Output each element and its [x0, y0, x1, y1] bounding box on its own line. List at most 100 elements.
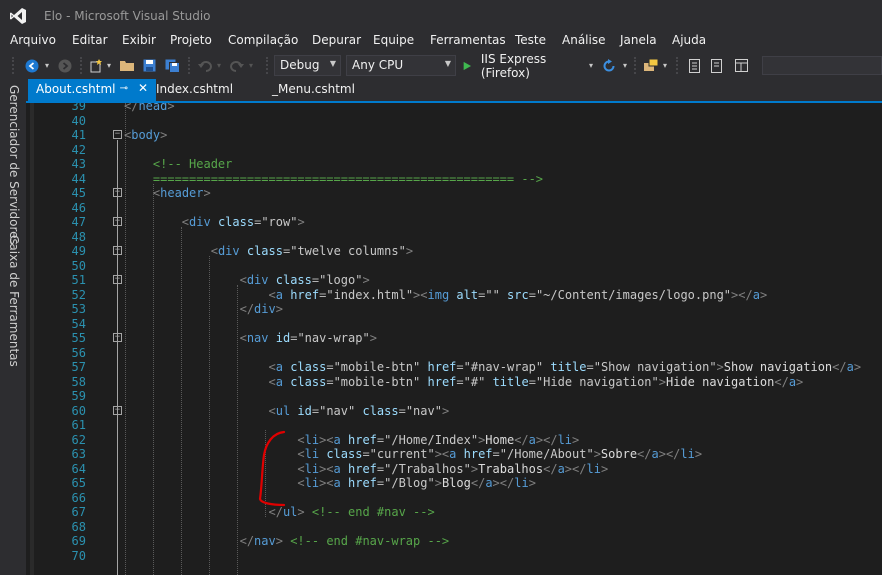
code-token: a — [333, 432, 341, 447]
collapse-icon[interactable]: − — [113, 188, 122, 197]
code-token: < — [268, 403, 276, 418]
undo-icon[interactable] — [196, 56, 214, 75]
collapse-icon[interactable]: − — [113, 333, 122, 342]
toolbar-grip[interactable] — [634, 57, 638, 74]
toolbar-grip[interactable] — [676, 57, 680, 74]
browser-link-dropdown-icon[interactable]: ▾ — [660, 56, 670, 75]
save-icon[interactable] — [140, 56, 158, 75]
menu-teste[interactable]: Teste — [515, 33, 546, 47]
collapse-icon[interactable]: − — [113, 405, 122, 415]
code-line[interactable]: 44 =====================================… — [26, 172, 882, 187]
configuration-select[interactable]: Debug ▼ — [274, 55, 341, 76]
code-line[interactable]: 40 — [26, 114, 882, 129]
redo-icon[interactable] — [228, 56, 246, 75]
menu-depurar[interactable]: Depurar — [312, 33, 361, 47]
forward-icon[interactable] — [56, 56, 74, 75]
collapse-icon[interactable]: − — [113, 275, 122, 284]
code-token: a — [846, 360, 854, 374]
code-line[interactable]: 55 − <nav id="nav-wrap"> — [26, 331, 882, 346]
toolbar-grip[interactable] — [80, 57, 84, 74]
redo-dropdown-icon[interactable]: ▾ — [246, 56, 256, 75]
code-text: <a class="mobile-btn" href="#" title="Hi… — [124, 374, 804, 390]
code-line[interactable]: 41 − <body> — [26, 128, 882, 143]
code-line[interactable]: 54 — [26, 317, 882, 332]
code-line[interactable]: 60− <ul id="nav" class="nav"> — [26, 404, 882, 419]
menu-ajuda[interactable]: Ajuda — [672, 33, 706, 47]
menu-exibir[interactable]: Exibir — [122, 33, 156, 47]
menu-projeto[interactable]: Projeto — [170, 33, 212, 47]
code-line[interactable]: 64 <li><a href="/Trabalhos">Trabalhos</a… — [26, 462, 882, 477]
code-line[interactable]: 45 − <header> — [26, 186, 882, 201]
code-line[interactable]: 52 <a href="index.html"><img alt="" src=… — [26, 288, 882, 303]
undo-dropdown-icon[interactable]: ▾ — [214, 56, 224, 75]
open-folder-icon[interactable] — [118, 56, 136, 75]
code-line[interactable]: 39 </head> — [26, 103, 882, 114]
code-token: <!-- end #nav-wrap --> — [290, 534, 450, 548]
code-token: > — [203, 186, 211, 200]
collapse-icon[interactable]: − — [113, 246, 122, 255]
menu-compilacao[interactable]: Compilação — [228, 33, 298, 47]
code-line[interactable]: 59 — [26, 389, 882, 404]
code-line[interactable]: 50 — [26, 259, 882, 274]
code-line[interactable]: 53 </div> — [26, 302, 882, 317]
browser-link-icon[interactable] — [642, 56, 660, 75]
tab-index-cshtml[interactable]: Index.cshtml — [148, 79, 260, 101]
code-editor[interactable]: 39 </head> 40 41− <body> 42 43 <!-- Header 44 =… — [26, 103, 882, 575]
code-token: > — [160, 128, 168, 142]
toolbar-grip[interactable] — [188, 57, 192, 74]
run-target-dropdown-icon[interactable]: ▾ — [586, 56, 596, 75]
code-line[interactable]: 47 − <div class="row"> — [26, 215, 882, 230]
code-line[interactable]: 43 <!-- Header — [26, 157, 882, 172]
code-line[interactable]: 63 <li class="current"><a href="/Home/Ab… — [26, 447, 882, 462]
line-number: 47 — [71, 215, 86, 229]
code-line[interactable]: 48 — [26, 230, 882, 245]
code-line[interactable]: 49 − <div class="twelve columns"> — [26, 244, 882, 259]
back-dropdown-icon[interactable]: ▾ — [42, 56, 52, 75]
comment-icon[interactable] — [686, 56, 704, 75]
new-project-dropdown-icon[interactable]: ▾ — [104, 56, 114, 75]
save-all-icon[interactable] — [162, 56, 182, 75]
toolbar-grip[interactable] — [266, 57, 270, 74]
code-line[interactable]: 67 </ul> <!-- end #nav --> — [26, 505, 882, 520]
start-debugging-button[interactable]: IIS Express (Firefox) — [462, 52, 578, 80]
tab-menu-cshtml[interactable]: _Menu.cshtml — [264, 79, 376, 101]
toolbar-grip[interactable] — [12, 57, 16, 74]
code-line[interactable]: 70 — [26, 549, 882, 564]
close-icon[interactable]: ✕ — [138, 81, 148, 95]
menu-arquivo[interactable]: Arquivo — [10, 33, 56, 47]
collapse-icon[interactable]: − — [113, 217, 122, 226]
collapse-icon[interactable]: − — [113, 130, 122, 139]
menu-ferramentas[interactable]: Ferramentas — [430, 33, 506, 47]
menu-editar[interactable]: Editar — [72, 33, 108, 47]
code-line[interactable]: 42 — [26, 143, 882, 158]
menu-analise[interactable]: Análise — [562, 33, 605, 47]
code-line[interactable]: 51 − <div class="logo"> — [26, 273, 882, 288]
platform-select[interactable]: Any CPU ▼ — [346, 55, 456, 76]
layout-icon[interactable] — [732, 56, 750, 75]
code-token: = — [456, 374, 464, 389]
uncomment-icon[interactable] — [708, 56, 726, 75]
new-project-icon[interactable] — [88, 56, 104, 75]
quick-launch-input[interactable] — [762, 56, 882, 75]
refresh-dropdown-icon[interactable]: ▾ — [620, 56, 630, 75]
code-line[interactable]: 58 <a class="mobile-btn" href="#" title=… — [26, 375, 882, 390]
code-line[interactable]: 61 — [26, 418, 882, 433]
code-line[interactable]: 57 <a class="mobile-btn" href="#nav-wrap… — [26, 360, 882, 375]
menu-janela[interactable]: Janela — [620, 33, 657, 47]
code-line[interactable]: 62 <li><a href="/Home/Index">Home</a></l… — [26, 433, 882, 448]
code-line[interactable]: 69 </nav> <!-- end #nav-wrap --> — [26, 534, 882, 549]
chevron-down-icon: ▼ — [444, 59, 451, 68]
code-line[interactable]: 66 — [26, 491, 882, 506]
menu-equipe[interactable]: Equipe — [373, 33, 414, 47]
pin-icon[interactable]: ⊸ — [120, 83, 128, 94]
tab-about-cshtml[interactable]: About.cshtml ⊸ ✕ — [28, 79, 156, 101]
code-line[interactable]: 46 — [26, 201, 882, 216]
code-line[interactable]: 68 — [26, 520, 882, 535]
refresh-icon[interactable] — [600, 56, 618, 75]
server-explorer-tab[interactable]: Gerenciador de Servidores — [7, 85, 21, 245]
toolbox-tab[interactable]: Caixa de Ferramentas — [7, 235, 21, 367]
code-line[interactable]: 65 <li><a href="/Blog">Blog</a></li> — [26, 476, 882, 491]
code-line[interactable]: 56 — [26, 346, 882, 361]
back-icon[interactable] — [22, 56, 42, 75]
